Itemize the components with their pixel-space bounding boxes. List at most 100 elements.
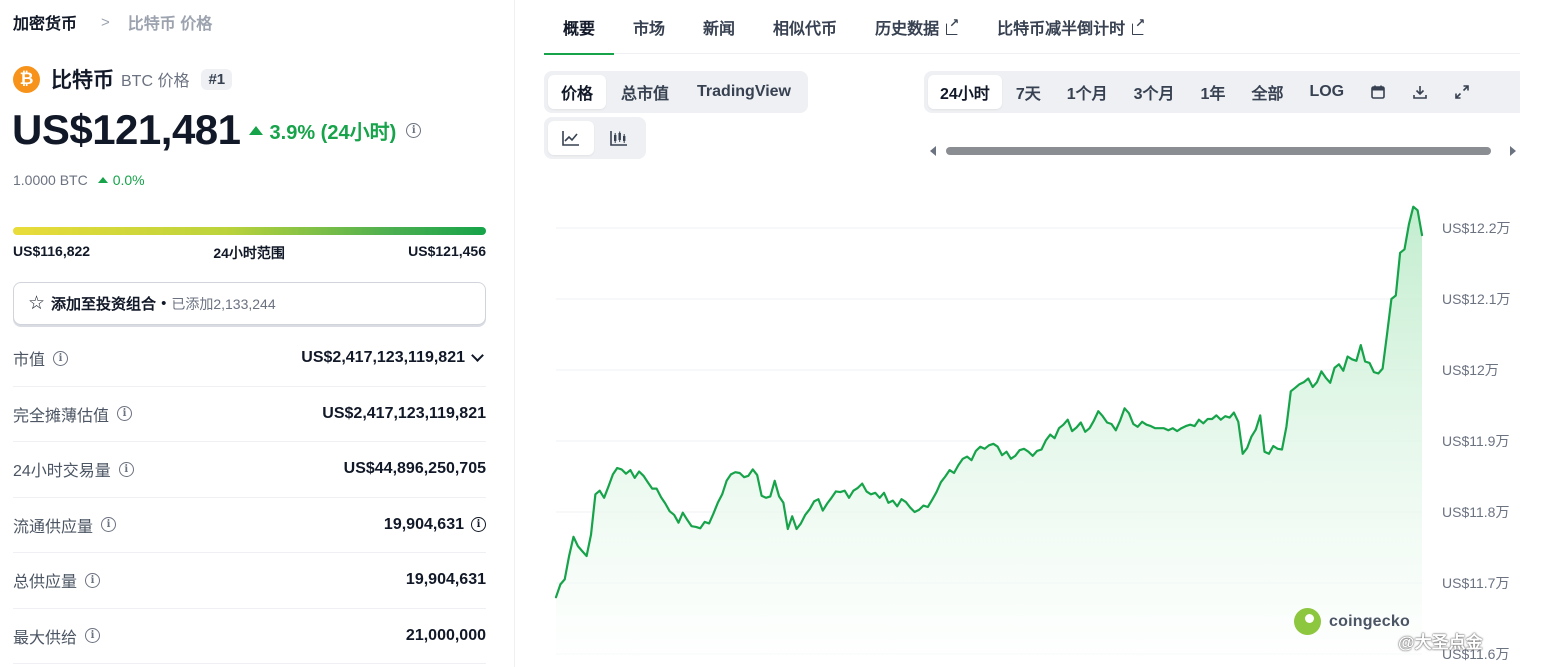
stat-row-volume: 24小时交易量 i US$44,896,250,705 [13,442,486,498]
download-icon [1413,86,1427,99]
log-scale-button[interactable]: LOG [1297,75,1356,109]
range-1m-button[interactable]: 1个月 [1055,75,1120,109]
y-tick-label: US$11.7万 [1442,575,1509,591]
price-chart[interactable]: US$12.2万 US$12.1万 US$12万 US$11.9万 US$11.8万 US… [544,200,1556,667]
panel-divider [514,0,515,667]
portfolio-label: 添加至投资组合 [51,296,157,313]
price-change-text: 3.9% (24小时) [269,121,397,144]
rank-badge: #1 [201,68,233,90]
range-all-button[interactable]: 全部 [1239,75,1295,109]
mode-price-button[interactable]: 价格 [548,75,607,109]
breadcrumb: 加密货币 > 比特币 价格 [13,10,212,34]
stat-label: 完全摊薄估值 [13,407,110,425]
range-1y-button[interactable]: 1年 [1189,75,1238,109]
section-tabs: 概要 市场 新闻 相似代币 历史数据 比特币减半倒计时 [544,0,1520,55]
caret-up-icon [248,125,263,135]
portfolio-added-count: 已添加2,133,244 [171,295,276,312]
range-7d-button[interactable]: 7天 [1004,75,1053,109]
tab-similar-coins[interactable]: 相似代币 [754,0,856,54]
range-labels: US$116,822 24小时范围 US$121,456 [13,243,486,263]
download-button[interactable] [1400,75,1440,109]
chart-type-selector [544,117,646,159]
stat-row-fdv: 完全摊薄估值 i US$2,417,123,119,821 [13,387,486,442]
chevron-down-icon [471,349,484,363]
info-icon[interactable]: i [471,517,486,533]
stat-row-circulating-supply: 流通供应量 i 19,904,631 i [13,498,486,553]
btc-change-text: 0.0% [112,172,145,188]
stats-table: 市值 i US$2,417,123,119,821 完全摊薄估值 i US$2,41… [13,331,486,664]
line-chart-button[interactable] [548,121,594,155]
tab-label: 相似代币 [773,21,838,38]
info-icon[interactable]: i [406,122,422,138]
range-label: 24小时范围 [213,245,285,261]
current-price: US$121,481 [12,106,241,153]
tab-overview[interactable]: 概要 [544,0,615,55]
market-cap-expand[interactable]: US$2,417,123,119,821 [301,349,486,367]
stat-value: US$2,417,123,119,821 [301,349,465,367]
candlestick-icon [610,131,627,146]
overlay-watermark: @大圣点金 [1398,633,1483,652]
mode-market-cap-button[interactable]: 总市值 [608,75,682,109]
info-icon[interactable]: i [85,572,101,588]
coin-summary-panel: 加密货币 > 比特币 价格 ₿ 比特币 BTC 价格 #1 US$121,481… [0,0,500,667]
stat-value: 21,000,000 [405,626,486,644]
coin-header: ₿ 比特币 BTC 价格 #1 [13,64,233,94]
candlestick-chart-button[interactable] [596,121,642,155]
info-icon[interactable]: i [85,628,101,644]
stat-label: 总供应量 [13,574,78,592]
time-range-selector: 24小时 7天 1个月 3个月 1年 全部 LOG [924,71,1520,113]
info-icon[interactable]: i [117,406,133,422]
line-chart-icon [562,131,579,146]
range-high: US$121,456 [408,243,486,259]
y-tick-label: US$12万 [1442,362,1499,378]
y-tick-label: US$12.1万 [1442,291,1510,307]
tab-label: 新闻 [703,21,736,38]
y-tick-label: US$11.8万 [1442,504,1509,520]
tab-news[interactable]: 新闻 [684,0,754,54]
stat-value: 19,904,631 [383,515,464,533]
external-link-icon [1132,16,1145,35]
stat-row-max-supply: 最大供给 i 21,000,000 [13,609,486,664]
coingecko-logo-icon [1294,608,1321,635]
price-chart-svg: US$12.2万 US$12.1万 US$12万 US$11.9万 US$11.8万 US… [554,205,1510,667]
calendar-icon [1371,85,1385,99]
stat-label: 24小时交易量 [13,463,111,481]
mode-tradingview-button[interactable]: TradingView [684,75,804,109]
stat-label: 最大供给 [13,629,78,647]
tab-label: 历史数据 [875,21,940,38]
tab-markets[interactable]: 市场 [614,0,684,54]
stat-row-market-cap: 市值 i US$2,417,123,119,821 [13,331,486,387]
calendar-button[interactable] [1358,75,1398,109]
info-icon[interactable]: i [101,517,117,533]
y-tick-label: US$11.9万 [1442,433,1509,449]
fullscreen-button[interactable] [1442,75,1482,109]
scroll-right-icon[interactable] [1510,146,1516,156]
range-24h-button[interactable]: 24小时 [928,75,1002,109]
stat-row-total-supply: 总供应量 i 19,904,631 [13,553,486,609]
breadcrumb-current: 比特币 价格 [127,16,213,33]
add-to-portfolio-button[interactable]: ☆ 添加至投资组合 • 已添加2,133,244 [13,282,486,325]
external-link-icon [946,16,959,35]
tab-halving-countdown[interactable]: 比特币减半倒计时 [978,0,1164,54]
coingecko-watermark: coingecko [1294,608,1410,635]
btc-change: 0.0% [97,172,145,188]
chart-mode-selector: 价格 总市值 TradingView [544,71,808,113]
breadcrumb-home[interactable]: 加密货币 [13,10,77,34]
scroll-left-icon[interactable] [930,146,936,156]
caret-up-icon [97,177,108,183]
price-row: US$121,481 3.9% (24小时) i [12,106,422,154]
info-icon[interactable]: i [118,461,134,477]
price-area [556,206,1422,667]
y-tick-label: US$12.2万 [1442,220,1510,236]
range-scrollbar[interactable] [930,144,1516,158]
tab-historical-data[interactable]: 历史数据 [856,0,978,54]
portfolio-separator: • [161,295,167,312]
range-3m-button[interactable]: 3个月 [1122,75,1187,109]
stat-label: 流通供应量 [13,518,94,536]
fullscreen-icon [1455,85,1469,99]
info-icon[interactable]: i [53,350,69,366]
tab-label: 市场 [633,21,666,38]
scroll-thumb[interactable] [946,147,1491,155]
tab-label: 概要 [563,21,596,38]
bitcoin-logo-icon: ₿ [13,65,40,93]
